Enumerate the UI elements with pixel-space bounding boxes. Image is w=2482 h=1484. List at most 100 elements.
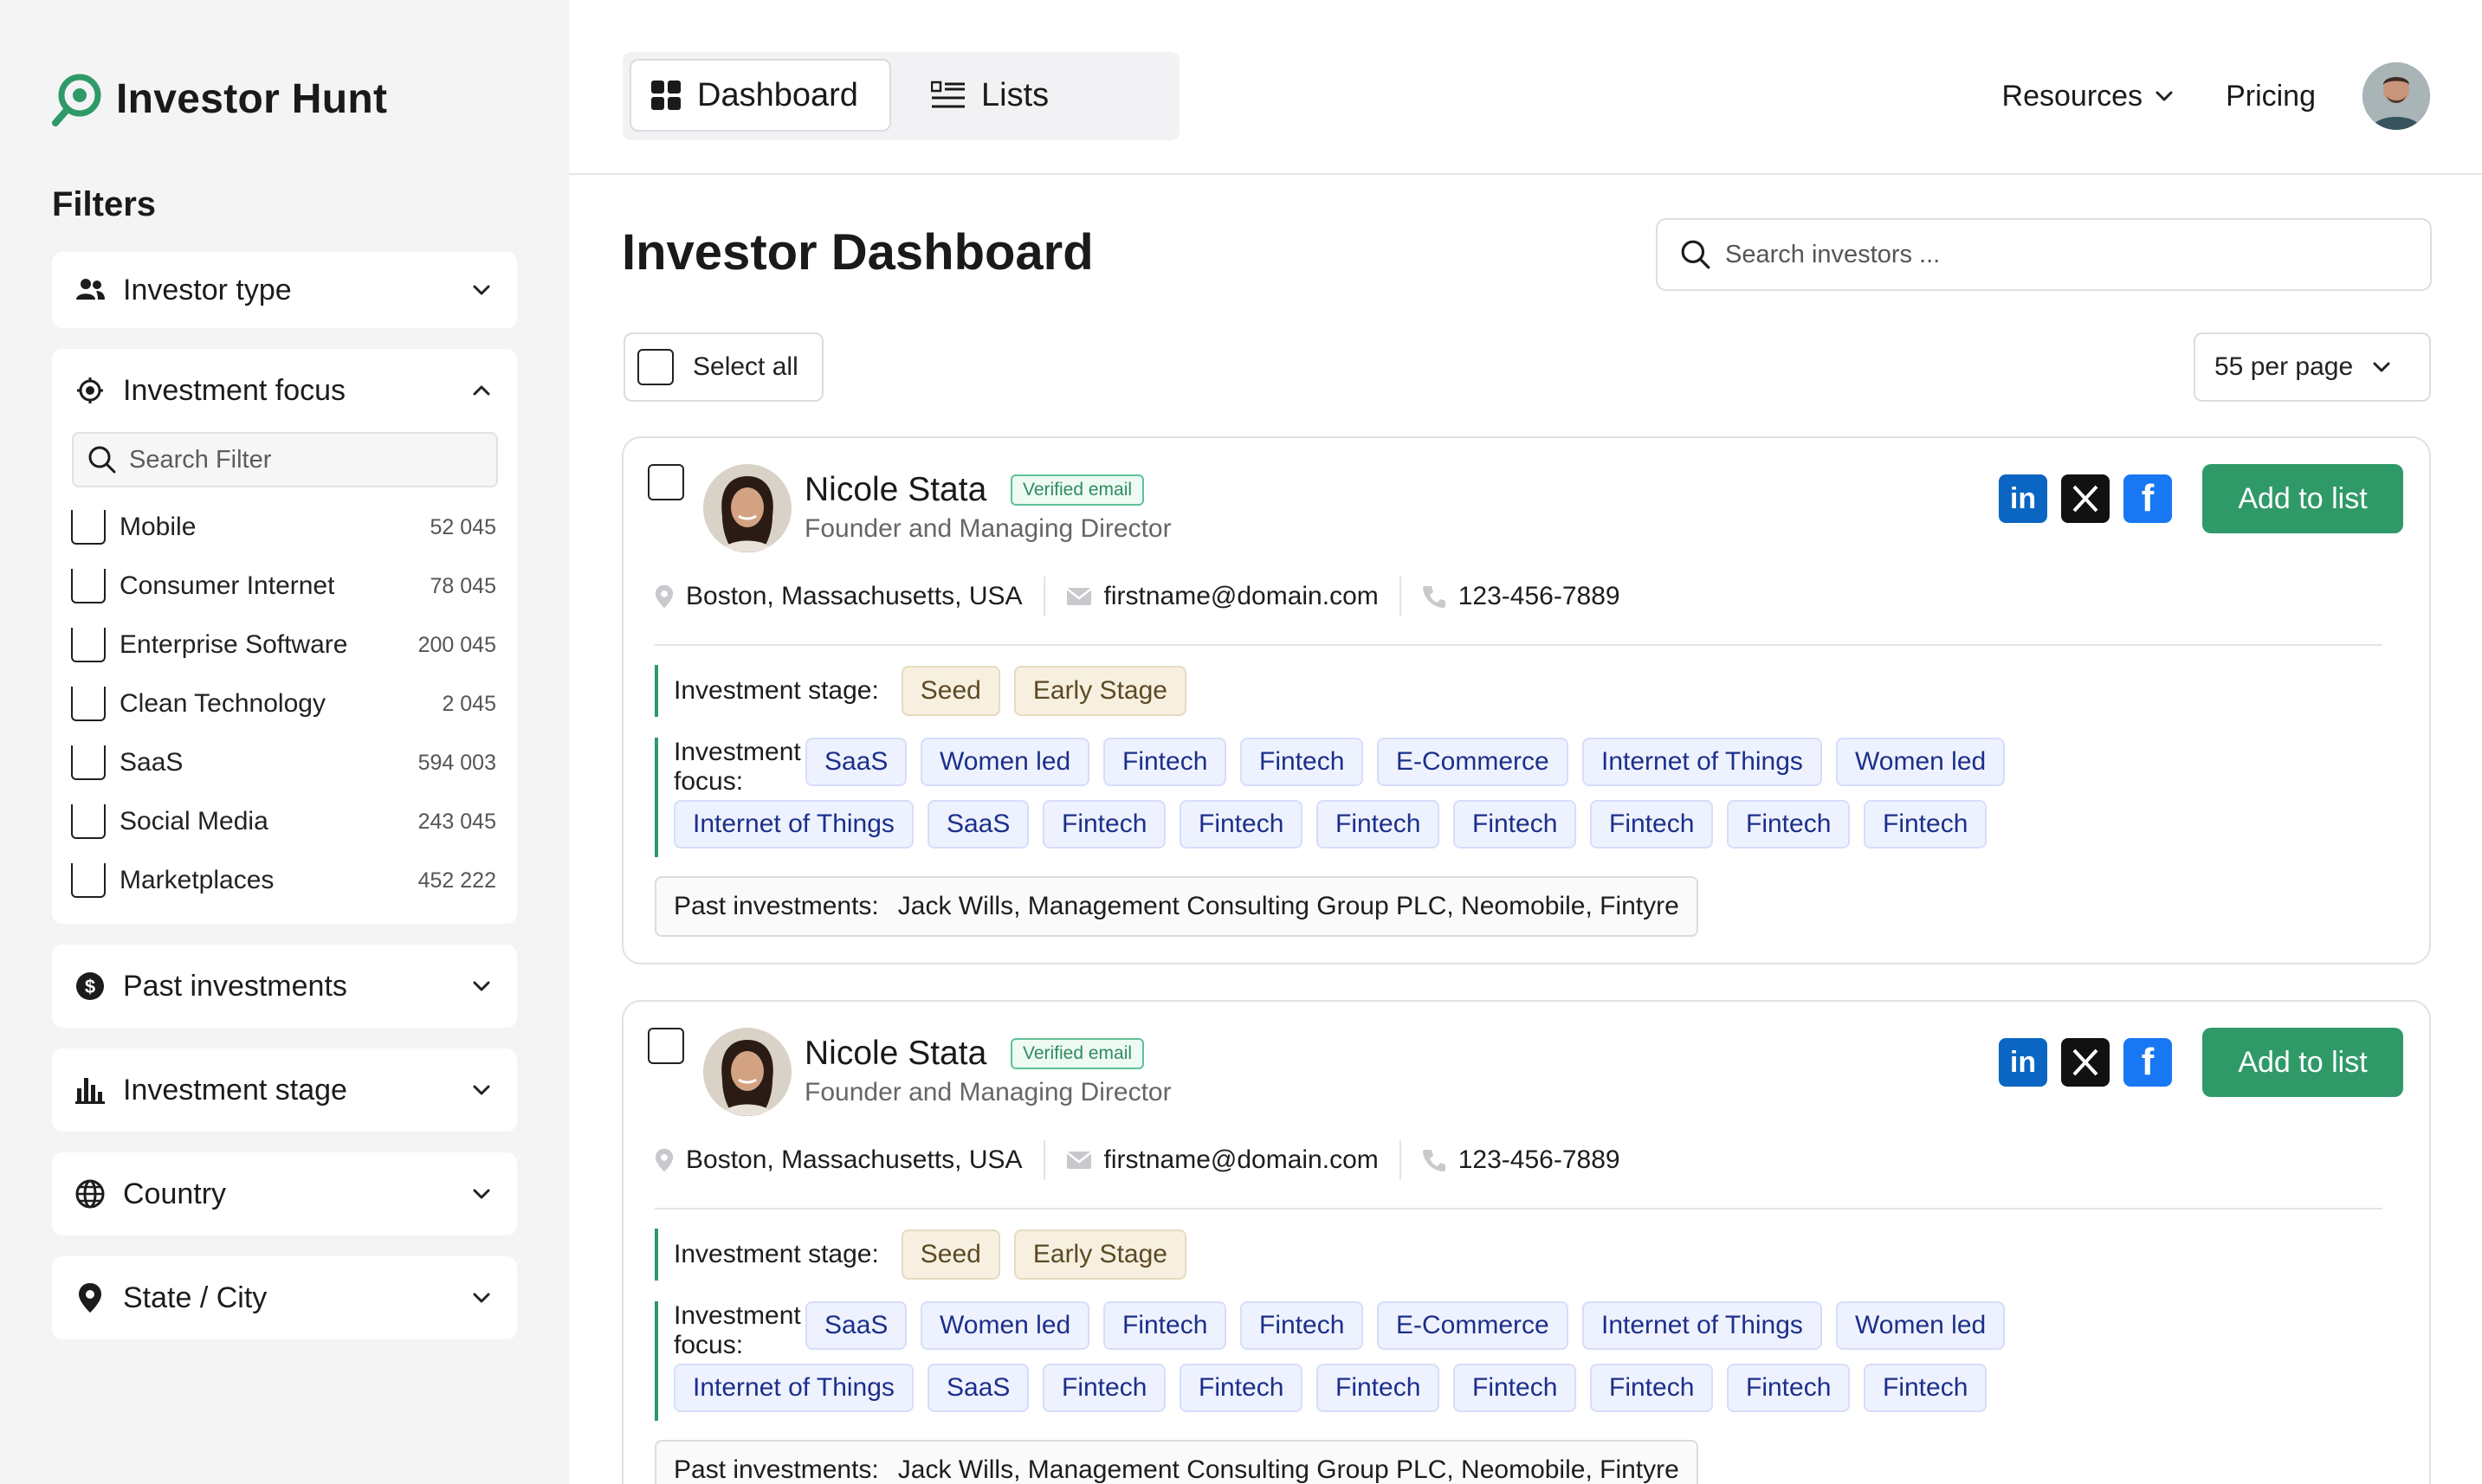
focus-tag: Women led [921, 1301, 1090, 1350]
focus-option-checkbox[interactable] [71, 628, 106, 662]
focus-option-count: 200 045 [417, 632, 496, 657]
focus-option-checkbox[interactable] [71, 687, 106, 721]
focus-option[interactable]: Consumer Internet 78 045 [52, 557, 517, 616]
focus-option-name: Consumer Internet [120, 571, 335, 600]
focus-tag: Women led [1836, 1301, 2006, 1350]
resources-label: Resources [2001, 79, 2143, 113]
location-icon [655, 1148, 674, 1172]
focus-tag: Fintech [1864, 1364, 1988, 1412]
investor-checkbox[interactable] [648, 464, 684, 500]
past-investments-value: Jack Wills, Management Consulting Group … [897, 1455, 1679, 1484]
tab-label: Dashboard [697, 76, 858, 113]
investor-email[interactable]: firstname@domain.com [1104, 582, 1379, 611]
investor-phone[interactable]: 123-456-7889 [1458, 1145, 1620, 1175]
focus-option[interactable]: Clean Technology 2 045 [52, 674, 517, 733]
pricing-link[interactable]: Pricing [2226, 80, 2316, 113]
focus-option[interactable]: Enterprise Software 200 045 [52, 616, 517, 674]
focus-option-checkbox[interactable] [71, 569, 106, 603]
investment-focus-row: Investment focus: SaaS Women led Fintech Fin… [655, 738, 2006, 857]
select-all-label: Select all [693, 352, 798, 381]
sidebar: Investor Hunt Filters Investor type Inve… [0, 0, 569, 1484]
add-to-list-button[interactable]: Add to list [2202, 464, 2403, 533]
focus-option-name: Clean Technology [120, 689, 326, 718]
select-all-checkbox[interactable] [637, 349, 674, 385]
filters-title: Filters [52, 185, 157, 223]
focus-option-name: SaaS [120, 748, 184, 777]
globe-icon [74, 1178, 106, 1210]
focus-tag: Fintech [1043, 800, 1167, 848]
verified-email-badge: Verified email [1011, 474, 1145, 506]
investor-card: Nicole Stata Verified email Founder and Ma… [622, 1000, 2431, 1484]
social-links: in f [1999, 1038, 2172, 1087]
investment-stage-row: Investment stage: Seed Early Stage [655, 665, 1186, 717]
focus-option-checkbox[interactable] [71, 745, 106, 780]
focus-option-count: 52 045 [430, 514, 496, 539]
focus-option-checkbox[interactable] [71, 510, 106, 545]
past-investments-row: Past investments: Jack Wills, Management … [655, 876, 1698, 937]
linkedin-icon[interactable]: in [1999, 474, 2047, 523]
investor-title: Founder and Managing Director [805, 1078, 1172, 1107]
chevron-down-icon [473, 285, 490, 295]
investor-name[interactable]: Nicole Stata [805, 471, 986, 509]
focus-option[interactable]: Mobile 52 045 [52, 498, 517, 557]
resources-menu[interactable]: Resources [2002, 80, 2178, 113]
filter-country[interactable]: Country [52, 1152, 517, 1236]
filter-past-investments[interactable]: $ Past investments [52, 945, 517, 1028]
select-all-button[interactable]: Select all [624, 332, 824, 402]
focus-option-name: Enterprise Software [120, 630, 348, 659]
verified-email-badge: Verified email [1011, 1038, 1145, 1069]
app-logo[interactable]: Investor Hunt [50, 71, 387, 126]
stage-tag: Early Stage [1013, 1229, 1186, 1280]
focus-tag: Fintech [1727, 800, 1851, 848]
focus-tag: SaaS [805, 1301, 908, 1350]
focus-tag: Internet of Things [1582, 1301, 1822, 1350]
filter-label: Investment stage [123, 1073, 347, 1107]
focus-tag: Fintech [1180, 1364, 1303, 1412]
filter-investment-stage[interactable]: Investment stage [52, 1048, 517, 1132]
investment-focus-label: Investment focus: [674, 738, 801, 796]
search-investors-input[interactable]: Search investors ... [1656, 218, 2432, 291]
users-icon [74, 274, 106, 306]
investor-card: Nicole Stata Verified email Founder and Ma… [622, 436, 2431, 965]
filter-investor-type[interactable]: Investor type [52, 252, 517, 328]
investor-email[interactable]: firstname@domain.com [1104, 1145, 1379, 1175]
investor-checkbox[interactable] [648, 1028, 684, 1064]
phone-icon [1422, 586, 1445, 608]
user-avatar[interactable] [2362, 62, 2430, 130]
stage-tag: Seed [901, 666, 1000, 716]
chevron-up-icon [473, 385, 490, 396]
list-icon [931, 81, 965, 108]
focus-option-checkbox[interactable] [71, 863, 106, 898]
contact-info: Boston, Massachusetts, USA firstname@doma… [655, 1140, 1620, 1180]
target-icon [74, 375, 106, 406]
x-icon[interactable] [2061, 1038, 2110, 1087]
focus-option-count: 243 045 [417, 809, 496, 834]
focus-option[interactable]: Social Media 243 045 [52, 792, 517, 851]
investment-stage-label: Investment stage: [674, 676, 879, 705]
per-page-select[interactable]: 55 per page [2194, 332, 2431, 402]
focus-tag: Fintech [1103, 1301, 1227, 1350]
focus-option-checkbox[interactable] [71, 804, 106, 839]
linkedin-icon[interactable]: in [1999, 1038, 2047, 1087]
investor-phone[interactable]: 123-456-7889 [1458, 582, 1620, 611]
investment-focus-row: Investment focus: SaaS Women led Fintech Fin… [655, 1301, 2006, 1421]
filter-investment-focus-header[interactable]: Investment focus [52, 349, 517, 432]
focus-tag: Fintech [1727, 1364, 1851, 1412]
facebook-icon[interactable]: f [2123, 474, 2172, 523]
per-page-value: 55 per page [2214, 352, 2354, 381]
focus-option[interactable]: SaaS 594 003 [52, 733, 517, 792]
investment-focus-label: Investment focus: [674, 1301, 801, 1359]
logo-icon [52, 74, 101, 126]
tab-lists[interactable]: Lists [917, 59, 1090, 132]
focus-option[interactable]: Marketplaces 452 222 [52, 851, 517, 910]
focus-option-count: 452 222 [417, 868, 496, 893]
facebook-icon[interactable]: f [2123, 1038, 2172, 1087]
add-to-list-button[interactable]: Add to list [2202, 1028, 2403, 1097]
focus-tag: Fintech [1316, 1364, 1440, 1412]
filter-state-city[interactable]: State / City [52, 1256, 517, 1339]
filter-search-input[interactable]: Search Filter [72, 432, 498, 487]
filter-label: Investment focus [123, 373, 346, 407]
tab-dashboard[interactable]: Dashboard [630, 59, 891, 132]
x-icon[interactable] [2061, 474, 2110, 523]
investor-name[interactable]: Nicole Stata [805, 1035, 986, 1073]
